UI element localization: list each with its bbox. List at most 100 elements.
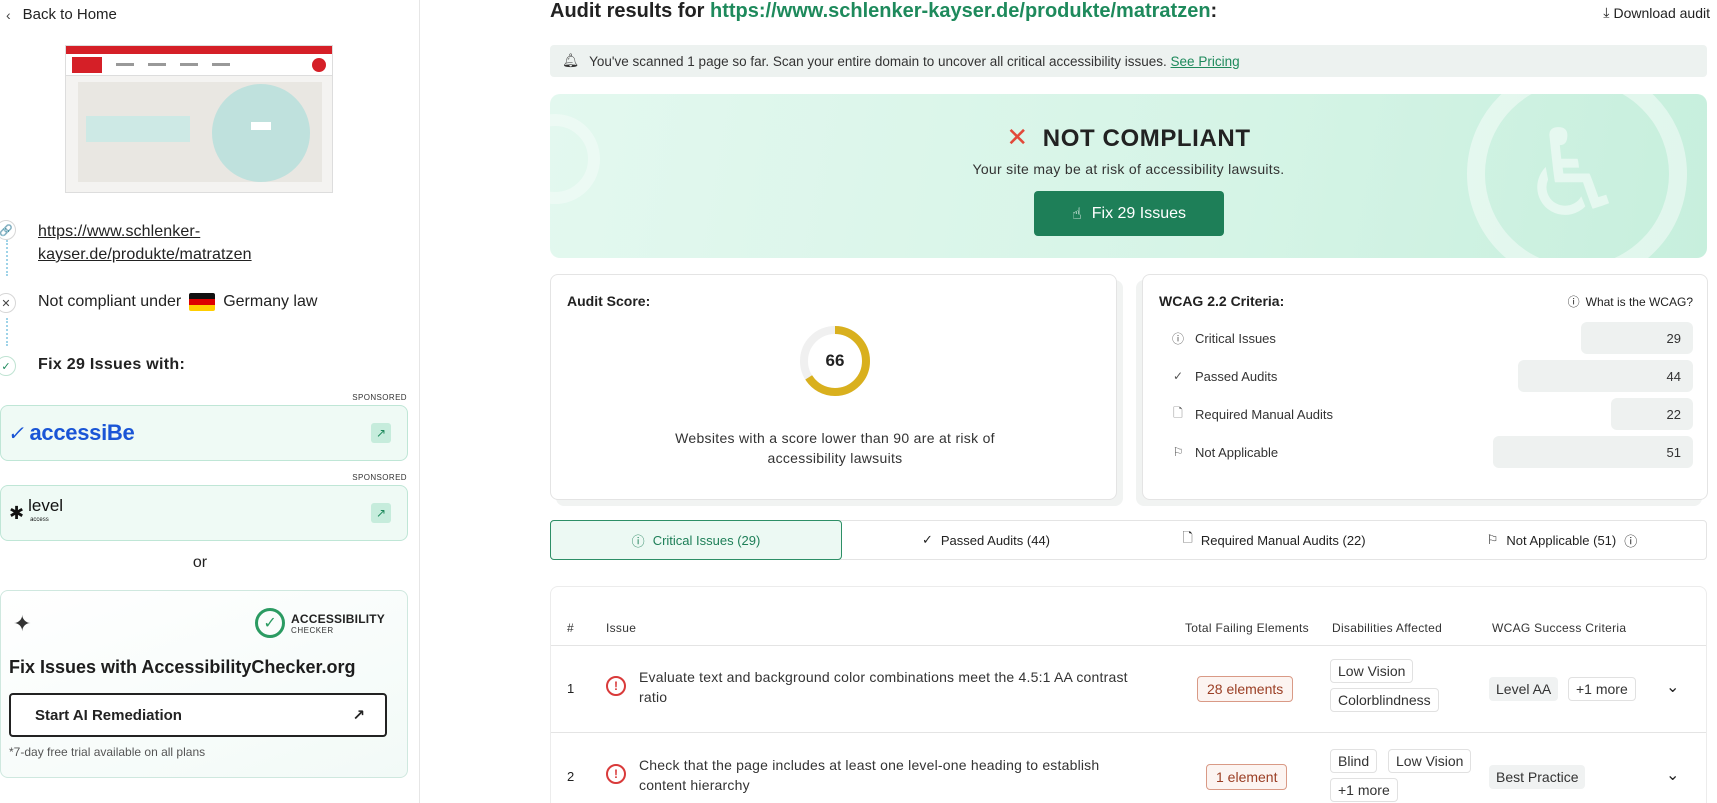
document-icon: 🗋	[1182, 530, 1193, 545]
chevron-down-icon[interactable]: ⌄	[1666, 765, 1679, 785]
fix-issues-button[interactable]: ☝ Fix 29 Issues	[1034, 191, 1224, 236]
ad-level-access[interactable]: ✱ level access ↗	[0, 485, 408, 541]
back-to-home-link[interactable]: ‹ Back to Home	[6, 6, 117, 23]
scanned-url-link[interactable]: https://www.schlenker-kayser.de/produkte…	[38, 220, 338, 266]
document-icon: 🗋	[1173, 405, 1183, 420]
trial-note: *7-day free trial available on all plans	[9, 745, 206, 759]
start-ai-remediation-button[interactable]: Start AI Remediation ↗	[9, 693, 387, 737]
criteria-row-passed: ✓ Passed Audits	[1171, 361, 1277, 391]
see-pricing-link[interactable]: See Pricing	[1171, 54, 1240, 69]
tab-label: Required Manual Audits (22)	[1200, 532, 1366, 548]
tab-passed-audits[interactable]: ✓ Passed Audits (44)	[842, 521, 1130, 559]
external-link-icon: ↗	[371, 423, 391, 443]
info-icon: ⓘ	[1624, 533, 1638, 549]
failing-elements-badge: 28 elements	[1197, 676, 1294, 702]
close-icon: ✕	[0, 293, 16, 313]
alert-circle-icon: ⓘ	[631, 533, 645, 549]
level-star-icon: ✱	[9, 502, 25, 523]
row-number: 1	[567, 681, 575, 696]
bell-icon: 🔔︎	[562, 53, 580, 68]
link-icon: 🔗	[0, 220, 16, 240]
accessibe-mark-icon: ✓	[6, 422, 28, 445]
error-icon: !	[606, 676, 626, 696]
criteria-bar-critical: 29	[1581, 322, 1693, 354]
criteria-row-critical: ⓘ Critical Issues	[1171, 323, 1276, 353]
title-url[interactable]: https://www.schlenker-kayser.de/produkte…	[710, 0, 1211, 22]
wcag-title: WCAG 2.2 Criteria:	[1159, 293, 1285, 309]
criteria-label: Critical Issues	[1195, 330, 1276, 346]
title-suffix: :	[1210, 0, 1218, 22]
sparkle-icon: ✦	[13, 611, 32, 636]
banner-text: You've scanned 1 page so far. Scan your …	[589, 53, 1167, 69]
step-compliance: ✕ Not compliant under Germany law	[0, 293, 317, 313]
issue-text: Check that the page includes at least on…	[639, 757, 1100, 793]
download-icon: ⤓	[1603, 4, 1610, 20]
sponsored-label: SPONSORED	[352, 393, 407, 402]
ad-accessibe[interactable]: ✓ accessiBe ↗	[0, 405, 408, 461]
flag-icon: ⚐	[1486, 532, 1499, 547]
results-tabs: ⓘ Critical Issues (29) ✓ Passed Audits (…	[550, 520, 1707, 560]
issue-text: Evaluate text and background color combi…	[639, 669, 1128, 705]
sponsored-label: SPONSORED	[352, 473, 407, 482]
column-header: Issue	[606, 621, 637, 635]
chevron-down-icon[interactable]: ⌄	[1666, 677, 1679, 697]
tab-not-applicable[interactable]: ⚐ Not Applicable (51) ⓘ	[1418, 521, 1706, 559]
arrow-up-right-icon: ↗	[352, 707, 365, 724]
table-row[interactable]: 2 ! Check that the page includes at leas…	[551, 733, 1706, 803]
criteria-bar-na: 51	[1493, 436, 1693, 468]
column-header: WCAG Success Criteria	[1492, 621, 1627, 635]
wcag-help-label: What is the WCAG?	[1585, 294, 1693, 309]
tab-critical-issues[interactable]: ⓘ Critical Issues (29)	[550, 520, 842, 560]
compliance-hero: ♿︎ ✕ NOT COMPLIANT Your site may be at ri…	[550, 94, 1707, 258]
pointer-hand-icon: ☝	[1071, 205, 1082, 223]
status-text: NOT COMPLIANT	[1042, 125, 1251, 152]
failing-elements-badge: 1 element	[1206, 764, 1288, 790]
criteria-more-tag[interactable]: +1 more	[1568, 677, 1636, 701]
tab-label: Passed Audits (44)	[940, 532, 1051, 548]
checker-badge-icon: ✓	[255, 608, 286, 638]
criteria-row-na: ⚐ Not Applicable	[1171, 437, 1279, 467]
compliance-status: Not compliant under Germany law	[38, 293, 317, 311]
disability-tag: Low Vision	[1330, 659, 1414, 683]
check-icon: ✓	[1172, 369, 1184, 383]
what-is-wcag-link[interactable]: ⓘ What is the WCAG?	[1568, 293, 1693, 310]
error-icon: !	[606, 764, 626, 784]
compliance-prefix: Not compliant under	[38, 293, 182, 310]
germany-flag-icon	[189, 293, 216, 311]
criteria-label: Passed Audits	[1195, 368, 1278, 384]
disability-tag: Blind	[1330, 749, 1378, 773]
site-preview-thumbnail	[65, 45, 333, 193]
disability-tag: Low Vision	[1388, 749, 1472, 773]
score-note: Websites with a score lower than 90 are …	[675, 430, 995, 466]
criteria-tag: Level AA	[1489, 677, 1559, 701]
fix-with-label: Fix 29 Issues with:	[38, 356, 186, 373]
criteria-label: Not Applicable	[1195, 444, 1279, 460]
criteria-bar-manual: 22	[1611, 398, 1693, 430]
column-header: Total Failing Elements	[1185, 621, 1309, 635]
compliance-law: Germany law	[223, 293, 318, 310]
alert-circle-icon: ⓘ	[1171, 331, 1184, 346]
sidebar: ‹ Back to Home 🔗 https://www.schlenker-k…	[0, 0, 420, 803]
disability-more-tag[interactable]: +1 more	[1330, 778, 1398, 802]
promo-title: Fix Issues with AccessibilityChecker.org	[9, 657, 356, 677]
back-label: Back to Home	[22, 6, 117, 23]
issues-table: # Issue Total Failing Elements Disabilit…	[550, 586, 1707, 803]
or-divider: or	[192, 554, 208, 571]
timeline-connector	[6, 318, 8, 346]
download-label: Download audit	[1613, 4, 1710, 21]
info-icon: ⓘ	[1567, 295, 1580, 309]
external-link-icon: ↗	[371, 503, 391, 523]
check-icon: ✓	[921, 532, 933, 547]
tab-manual-audits[interactable]: 🗋 Required Manual Audits (22)	[1130, 521, 1418, 559]
level-access-logo: ✱ level access	[9, 497, 63, 527]
wcag-criteria-card: WCAG 2.2 Criteria: ⓘ What is the WCAG? ⓘ…	[1142, 274, 1708, 500]
criteria-label: Required Manual Audits	[1195, 406, 1334, 422]
page-title: Audit results for https://www.schlenker-…	[550, 0, 1217, 23]
disability-tag: Colorblindness	[1330, 688, 1439, 712]
logo-line2: CHECKER	[291, 625, 334, 635]
hero-subtitle: Your site may be at risk of accessibilit…	[972, 161, 1285, 177]
audit-score-title: Audit Score:	[567, 293, 651, 309]
download-audit-button[interactable]: ⤓ Download audit	[1603, 4, 1710, 21]
score-value: 66	[825, 351, 845, 370]
table-row[interactable]: 1 ! Evaluate text and background color c…	[551, 645, 1706, 733]
